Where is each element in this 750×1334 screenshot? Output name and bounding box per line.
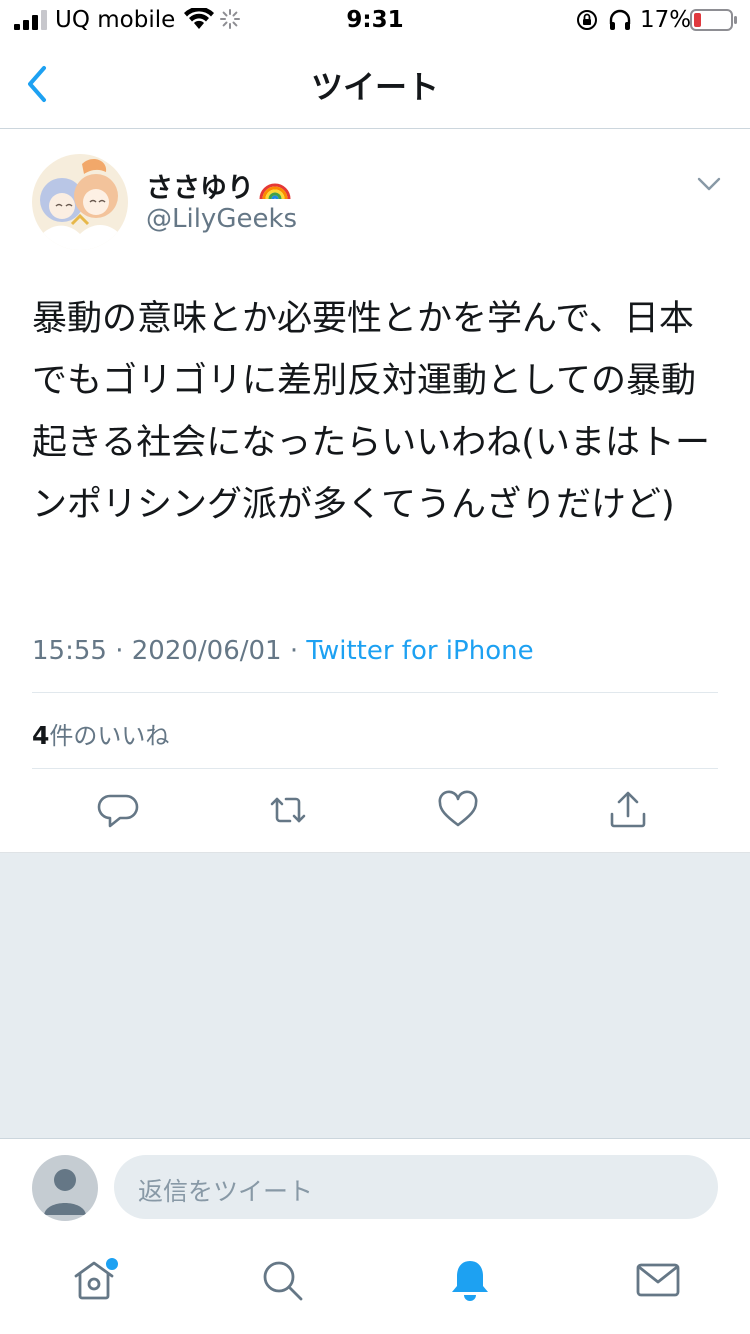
search-icon[interactable] [258,1256,306,1304]
divider [32,692,718,693]
reply-icon[interactable] [96,788,140,832]
messages-icon[interactable] [634,1256,682,1304]
notifications-icon[interactable] [446,1256,494,1304]
clock: 9:31 [346,7,404,33]
likes-count[interactable]: 4件のいいね [32,716,169,751]
like-icon[interactable] [436,788,480,832]
avatar-illustration [32,154,128,250]
navigation-bar: ツイート [0,40,750,129]
battery-icon [690,9,737,31]
user-handle[interactable]: @LilyGeeks [146,204,297,234]
status-bar: UQ mobile 9:31 17% [0,0,750,40]
tweet-date: 2020/06/01 [131,636,282,666]
reply-placeholder: 返信をツイート [138,1177,314,1206]
user-display-name[interactable]: ささゆり [146,166,292,205]
tweet-time: 15:55 [32,636,107,666]
empty-replies-area [0,852,750,1139]
meta-separator: · [115,636,124,666]
meta-separator: · [289,636,299,666]
page-title: ツイート [310,68,439,106]
likes-label: 件のいいね [49,722,170,750]
user-avatar[interactable] [32,154,128,250]
chevron-down-icon[interactable] [696,172,722,196]
divider [32,768,718,769]
share-icon[interactable] [606,788,650,832]
rotation-lock-icon [577,10,597,30]
reply-composer: 返信をツイート [0,1138,750,1235]
likes-number: 4 [32,721,50,750]
reply-input[interactable]: 返信をツイート [114,1155,718,1219]
tweet-source-link[interactable]: Twitter for iPhone [306,636,533,666]
headphones-icon [609,9,631,30]
default-avatar-icon[interactable] [32,1155,98,1221]
new-content-indicator [104,1256,120,1272]
tweet-text: 暴動の意味とか必要性とかを学んで、日本でもゴリゴリに差別反対運動としての暴動起き… [32,299,710,525]
retweet-icon[interactable] [266,788,310,832]
battery-percentage: 17% [640,7,692,33]
tweet-metadata: 15:55 · 2020/06/01 · Twitter for iPhone [32,636,534,666]
rainbow-emoji-icon [259,183,291,200]
tab-bar [0,1234,750,1334]
